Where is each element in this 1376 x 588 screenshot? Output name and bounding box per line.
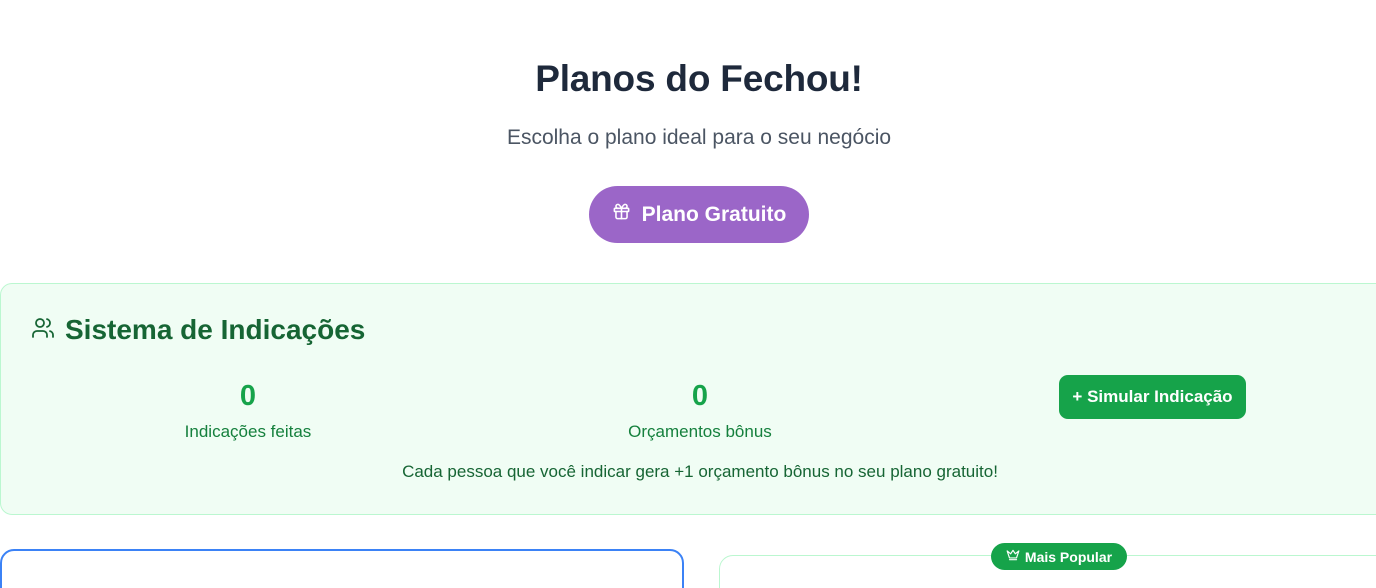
page-subtitle: Escolha o plano ideal para o seu negócio — [506, 126, 892, 149]
current-plan-button[interactable]: Plano Gratuito — [589, 186, 809, 243]
plan-card-free — [0, 549, 684, 588]
gift-icon — [612, 202, 631, 227]
referral-header: Sistema de Indicações — [31, 314, 365, 346]
bonus-quotes-label: Orçamentos bônus — [628, 422, 772, 441]
most-popular-badge: Mais Popular — [991, 543, 1127, 570]
referral-title: Sistema de Indicações — [65, 314, 366, 345]
most-popular-label: Mais Popular — [1024, 548, 1113, 565]
page-title: Planos do Fechou! — [535, 58, 863, 99]
users-icon — [31, 316, 55, 345]
referrals-made-value: 0 — [239, 380, 257, 412]
referrals-made-stat: 0 Indicações feitas — [118, 379, 378, 442]
bonus-quotes-value: 0 — [691, 380, 709, 412]
bonus-quotes-stat: 0 Orçamentos bônus — [570, 379, 830, 442]
current-plan-label: Plano Gratuito — [641, 202, 787, 226]
referrals-made-label: Indicações feitas — [184, 422, 312, 441]
referral-panel: Sistema de Indicações 0 Indicações feita… — [0, 283, 1376, 515]
simulate-referral-button[interactable]: + Simular Indicação — [1059, 375, 1246, 419]
crown-icon — [1006, 548, 1020, 565]
referral-note: Cada pessoa que você indicar gera +1 orç… — [402, 462, 998, 481]
